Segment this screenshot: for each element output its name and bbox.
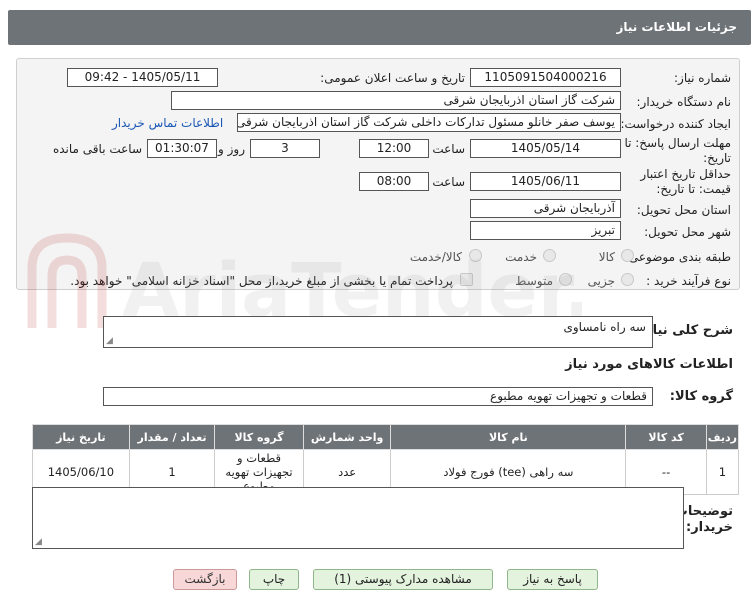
view-attachments-button[interactable]: مشاهده مدارک پیوستی (1) xyxy=(313,569,493,590)
reply-time-label: ساعت xyxy=(432,142,465,156)
col-need-date: تاریخ نیاز xyxy=(32,424,130,450)
goods-section-title: اطلاعات کالاهای مورد نیاز xyxy=(565,357,733,372)
buyer-notes-label-2: خریدار: xyxy=(686,520,733,535)
announce-date-label: تاریخ و ساعت اعلان عمومی: xyxy=(320,71,465,85)
reply-button[interactable]: پاسخ به نیاز xyxy=(507,569,598,590)
process-small-radio[interactable] xyxy=(621,273,634,286)
process-medium-radio[interactable] xyxy=(559,273,572,286)
province-field: آذربایجان شرقی xyxy=(470,199,621,218)
process-small-label: جزیی xyxy=(587,274,615,288)
description-text: سه راه نامساوی xyxy=(563,320,646,334)
buyer-org-field: شرکت گاز استان اذربایجان شرقی xyxy=(171,91,621,110)
city-field: تبریز xyxy=(470,221,621,240)
buyer-org-label: نام دستگاه خریدار: xyxy=(636,95,732,109)
days-label: روز و xyxy=(218,142,245,156)
description-textarea[interactable]: سه راه نامساوی ◢ xyxy=(103,316,653,348)
category-service-radio[interactable] xyxy=(543,249,556,262)
remaining-time-field: 01:30:07 xyxy=(147,139,217,158)
category-goods-radio[interactable] xyxy=(621,249,634,262)
reply-deadline-label: مهلت ارسال پاسخ: تا xyxy=(624,136,731,150)
col-quantity: تعداد / مقدار xyxy=(128,424,216,450)
category-goods-service-radio[interactable] xyxy=(469,249,482,262)
items-table: ردیف کد کالا نام کالا واحد شمارش گروه کا… xyxy=(32,424,740,495)
reply-time-field: 12:00 xyxy=(359,139,429,158)
validity-label-2: قیمت: تا تاریخ: xyxy=(656,182,731,196)
category-service-label: خدمت xyxy=(505,250,537,264)
reply-deadline-label-2: تاریخ: xyxy=(703,151,731,165)
need-number-field: 1105091504000216 xyxy=(470,68,621,87)
category-label: طبقه بندی موضوعی: xyxy=(624,250,731,264)
creator-field: یوسف صفر خانلو مسئول تدارکات داخلی شرکت … xyxy=(237,113,621,132)
category-goods-service-label: کالا/خدمت xyxy=(409,250,462,264)
creator-label: ایجاد کننده درخواست: xyxy=(620,117,731,131)
description-label: شرح کلی نیاز: xyxy=(639,323,733,338)
validity-time-field: 08:00 xyxy=(359,172,429,191)
city-label: شهر محل تحویل: xyxy=(644,225,731,239)
remaining-time-label: ساعت باقی مانده xyxy=(52,142,142,156)
items-table-header: ردیف کد کالا نام کالا واحد شمارش گروه کا… xyxy=(32,424,740,450)
buyer-contact-link[interactable]: اطلاعات تماس خریدار xyxy=(112,116,223,130)
resize-handle-icon[interactable]: ◢ xyxy=(106,336,113,346)
goods-group-label: گروه کالا: xyxy=(669,389,733,404)
print-button[interactable]: چاپ xyxy=(249,569,299,590)
treasury-bonds-checkbox[interactable] xyxy=(460,273,473,286)
col-item-name: نام کالا xyxy=(390,424,627,450)
col-unit: واحد شمارش xyxy=(302,424,392,450)
col-row-number: ردیف xyxy=(705,424,740,450)
page-title: جزئیات اطلاعات نیاز xyxy=(8,10,751,45)
buyer-notes-textarea[interactable]: ◢ xyxy=(32,487,684,549)
days-left-field: 3 xyxy=(250,139,320,158)
treasury-bonds-note: پرداخت تمام یا بخشی از مبلغ خرید،از محل … xyxy=(70,274,453,288)
resize-handle-icon[interactable]: ◢ xyxy=(35,537,42,547)
announce-date-field: 1405/05/11 - 09:42 xyxy=(67,68,218,87)
need-number-label: شماره نیاز: xyxy=(674,71,731,85)
process-type-label: نوع فرآیند خرید : xyxy=(646,274,731,288)
validity-time-label: ساعت xyxy=(432,175,465,189)
cell-row-number: 1 xyxy=(705,449,740,495)
reply-date-field: 1405/05/14 xyxy=(470,139,621,158)
goods-group-field: قطعات و تجهیزات تهویه مطبوع xyxy=(103,387,653,406)
back-button[interactable]: بازگشت xyxy=(173,569,237,590)
process-medium-label: متوسط xyxy=(515,274,553,288)
province-label: استان محل تحویل: xyxy=(636,203,731,217)
validity-date-field: 1405/06/11 xyxy=(470,172,621,191)
category-goods-label: کالا xyxy=(598,250,615,264)
col-item-code: کد کالا xyxy=(625,424,707,450)
validity-label: حداقل تاریخ اعتبار xyxy=(640,167,731,181)
col-goods-group: گروه کالا xyxy=(214,424,304,450)
